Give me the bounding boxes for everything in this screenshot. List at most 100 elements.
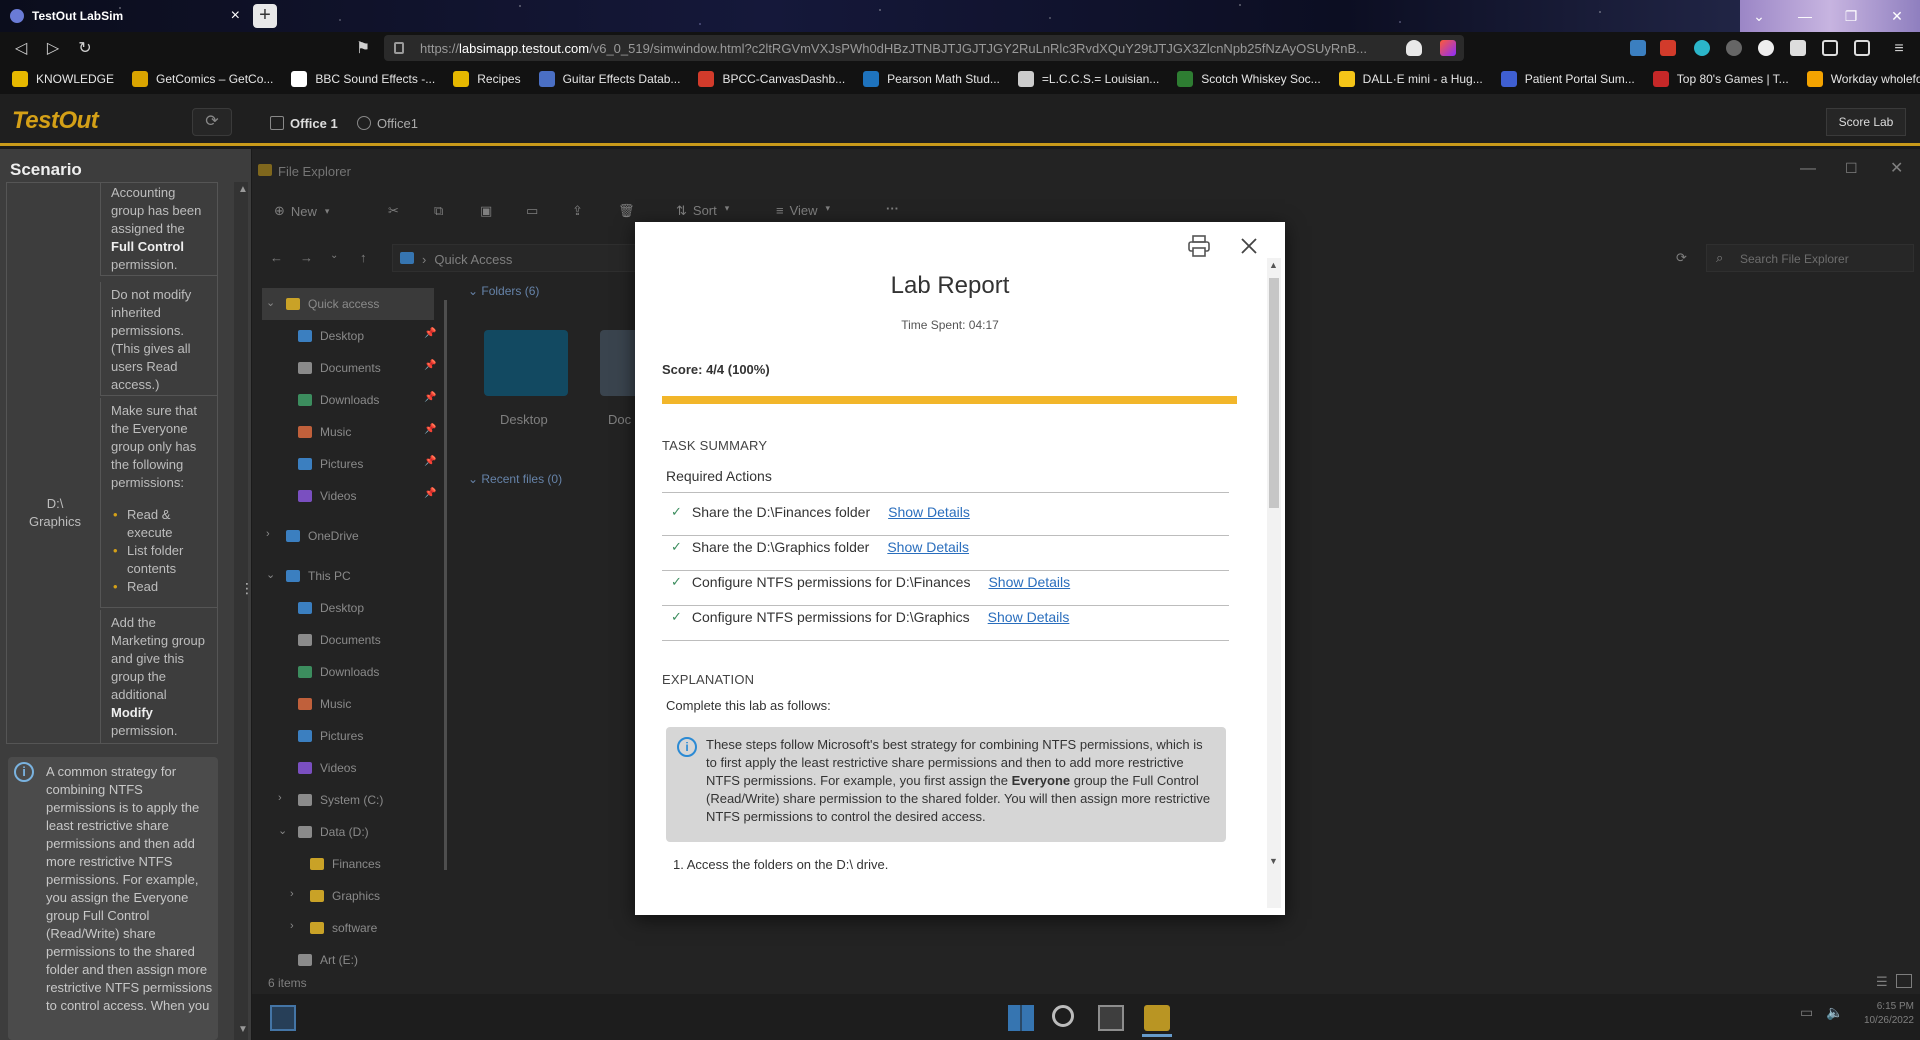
- nav-item[interactable]: Pictures: [298, 448, 363, 480]
- scroll-down-icon[interactable]: ▼: [1269, 856, 1278, 866]
- reset-lab-button[interactable]: ⟳: [192, 108, 232, 136]
- nav-item[interactable]: OneDrive: [286, 520, 359, 552]
- lock-icon[interactable]: [394, 42, 404, 54]
- bookmark-item[interactable]: KNOWLEDGE: [12, 71, 114, 87]
- react-extension-icon[interactable]: [1694, 40, 1710, 56]
- translate-extension-icon[interactable]: [1630, 40, 1646, 56]
- browser-tab[interactable]: TestOut LabSim ×: [0, 0, 250, 32]
- chevron-right-icon[interactable]: ›: [290, 920, 294, 932]
- chevron-down-icon[interactable]: ⌄: [266, 568, 275, 581]
- nav-item[interactable]: Pictures: [298, 720, 363, 752]
- nav-item-icon: [298, 426, 312, 438]
- bookmark-item[interactable]: =L.C.C.S.= Louisian...: [1017, 71, 1159, 87]
- nav-item[interactable]: Documents: [298, 352, 381, 384]
- back-icon[interactable]: ◁: [10, 38, 32, 60]
- nav-item[interactable]: Documents: [298, 624, 381, 656]
- bookmark-favicon-icon: [12, 71, 28, 87]
- bookmark-item[interactable]: GetComics – GetCo...: [132, 71, 273, 87]
- bookmark-item[interactable]: Pearson Math Stud...: [863, 71, 1000, 87]
- wallet-icon[interactable]: [1854, 40, 1870, 56]
- scroll-up-icon[interactable]: ▲: [1269, 260, 1278, 270]
- scenario-scrollbar[interactable]: [234, 182, 248, 1040]
- nav-item[interactable]: Graphics: [310, 880, 380, 912]
- dialog-scroll-thumb[interactable]: [1269, 278, 1279, 508]
- score-lab-button[interactable]: Score Lab: [1826, 108, 1906, 136]
- nav-item[interactable]: Data (D:): [298, 816, 369, 848]
- nav-item[interactable]: Videos: [298, 752, 356, 784]
- nav-item[interactable]: Desktop: [298, 592, 364, 624]
- nav-item[interactable]: Desktop: [298, 320, 364, 352]
- nav-item-icon: [298, 394, 312, 406]
- close-window-icon[interactable]: ✕: [1874, 0, 1920, 32]
- nav-item[interactable]: This PC: [286, 560, 351, 592]
- red-extension-icon[interactable]: [1660, 40, 1676, 56]
- step-1: 1. Access the folders on the D:\ drive.: [673, 857, 889, 872]
- nav-item[interactable]: Downloads: [298, 384, 379, 416]
- scroll-up-icon[interactable]: ▲: [238, 184, 248, 195]
- url-domain: labsimapp.testout.com: [459, 40, 590, 56]
- w-extension-icon[interactable]: [1726, 40, 1742, 56]
- bookmark-item[interactable]: Recipes: [453, 71, 521, 87]
- nav-item-label: Data (D:): [320, 825, 369, 839]
- bookmark-item[interactable]: Guitar Effects Datab...: [538, 71, 680, 87]
- tab-office1-label: Office1: [377, 115, 418, 131]
- tab-search-icon[interactable]: ⌄: [1736, 0, 1782, 32]
- reload-icon[interactable]: ↻: [74, 38, 96, 60]
- brave-rewards-icon[interactable]: [1440, 40, 1456, 56]
- report-title: Lab Report: [890, 272, 1010, 299]
- bookmark-item[interactable]: DALL·E mini - a Hug...: [1338, 71, 1483, 87]
- nav-item[interactable]: Downloads: [298, 656, 379, 688]
- bookmark-item[interactable]: BPCC-CanvasDashb...: [698, 71, 845, 87]
- nav-item[interactable]: Art (E:): [298, 944, 358, 976]
- chevron-down-icon[interactable]: ⌄: [266, 296, 275, 309]
- bookmark-item[interactable]: BBC Sound Effects -...: [291, 71, 435, 87]
- circle-extension-icon[interactable]: [1758, 40, 1774, 56]
- tab-office-1[interactable]: Office 1: [270, 112, 338, 134]
- nav-item[interactable]: Finances: [310, 848, 381, 880]
- show-details-link[interactable]: Show Details: [887, 539, 969, 555]
- nav-item[interactable]: Music: [298, 688, 351, 720]
- bookmark-favicon-icon: [1806, 71, 1823, 87]
- forward-icon[interactable]: ▷: [42, 38, 64, 60]
- extensions-puzzle-icon[interactable]: [1790, 40, 1806, 56]
- chevron-right-icon[interactable]: ›: [278, 792, 282, 804]
- tab-close-icon[interactable]: ×: [231, 7, 240, 25]
- bookmark-icon[interactable]: ⚑: [352, 38, 374, 60]
- chevron-right-icon[interactable]: ›: [266, 528, 270, 540]
- new-tab-button[interactable]: +: [253, 4, 277, 28]
- bookmark-item[interactable]: Scotch Whiskey Soc...: [1177, 71, 1321, 87]
- divider: [662, 570, 1229, 571]
- brave-shield-icon[interactable]: [1406, 40, 1422, 56]
- nav-item[interactable]: Videos: [298, 480, 356, 512]
- nav-item-icon: [298, 330, 312, 342]
- scroll-down-icon[interactable]: ▼: [238, 1024, 248, 1035]
- scenario-label-line: Graphics: [28, 514, 82, 529]
- menu-icon[interactable]: ≡: [1888, 38, 1910, 60]
- divider: [662, 605, 1229, 606]
- chevron-down-icon[interactable]: ⌄: [278, 824, 287, 837]
- bookmark-item[interactable]: Patient Portal Sum...: [1500, 71, 1635, 87]
- scenario-bullet-item: • Read: [111, 578, 208, 596]
- scenario-row-text: Accounting group has been assigned the: [111, 185, 202, 236]
- restore-icon[interactable]: ❐: [1828, 0, 1874, 32]
- bookmark-item[interactable]: Top 80's Games | T...: [1652, 71, 1789, 87]
- scenario-label-line: D:\: [46, 496, 64, 511]
- sidebar-icon[interactable]: [1822, 40, 1838, 56]
- show-details-link[interactable]: Show Details: [988, 574, 1070, 590]
- nav-item[interactable]: Quick access: [262, 288, 434, 320]
- show-details-link[interactable]: Show Details: [988, 609, 1070, 625]
- show-details-link[interactable]: Show Details: [888, 504, 970, 520]
- bookmark-label: BPCC-CanvasDashb...: [722, 72, 846, 86]
- close-dialog-icon[interactable]: [1237, 234, 1261, 258]
- nav-item[interactable]: System (C:): [298, 784, 383, 816]
- chevron-right-icon[interactable]: ›: [290, 888, 294, 900]
- nav-item-label: Art (E:): [320, 953, 358, 967]
- minimize-icon[interactable]: —: [1782, 0, 1828, 32]
- tab-office1[interactable]: Office1: [357, 112, 418, 134]
- nav-item[interactable]: Music: [298, 416, 351, 448]
- print-icon[interactable]: [1187, 234, 1211, 258]
- address-bar[interactable]: https://labsimapp.testout.com/v6_0_519/s…: [384, 35, 1464, 61]
- bookmark-item[interactable]: Workday wholefoo...: [1806, 71, 1920, 87]
- note-text: These steps follow Microsoft's best stra…: [706, 736, 1216, 826]
- nav-item[interactable]: software: [310, 912, 377, 944]
